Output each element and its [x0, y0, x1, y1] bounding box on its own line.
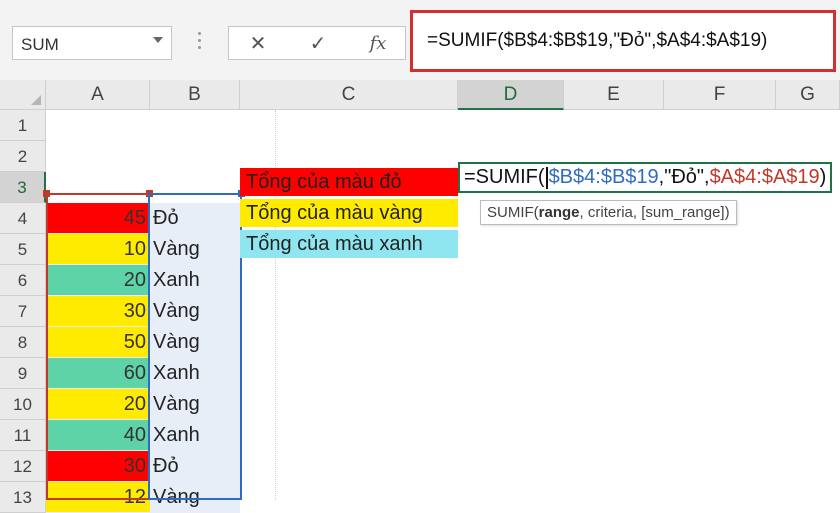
cell-b8[interactable]: Vàng: [150, 327, 240, 358]
column-header-b[interactable]: B: [150, 80, 240, 110]
column-header-f[interactable]: F: [664, 80, 776, 110]
insert-function-button[interactable]: fx: [363, 31, 393, 57]
formula-input[interactable]: =SUMIF($B$4:$B$19,"Đỏ",$A$4:$A$19): [410, 10, 836, 72]
row-header-2[interactable]: 2: [0, 141, 46, 172]
cell-a8[interactable]: 50: [46, 327, 150, 358]
row-header-3[interactable]: 3: [0, 172, 46, 203]
cell-a10[interactable]: 20: [46, 389, 150, 420]
label-total-red[interactable]: Tổng của màu đỏ: [240, 168, 458, 196]
cell-b6[interactable]: Xanh: [150, 265, 240, 296]
cell-b10[interactable]: Vàng: [150, 389, 240, 420]
cell-a6[interactable]: 20: [46, 265, 150, 296]
cell-b11[interactable]: Xanh: [150, 420, 240, 451]
cell-b13[interactable]: Vàng: [150, 482, 240, 513]
formula-buttons: ✕ ✓ fx: [228, 26, 406, 60]
name-box[interactable]: SUM: [12, 26, 172, 60]
row-header-9[interactable]: 9: [0, 358, 46, 389]
row-header-5[interactable]: 5: [0, 234, 46, 265]
label-total-green[interactable]: Tổng của màu xanh: [240, 230, 458, 258]
column-header-c[interactable]: C: [240, 80, 458, 110]
row-header-13[interactable]: 13: [0, 482, 46, 513]
formula-range-criteria: $B$4:$B$19: [548, 166, 659, 188]
formula-range-sum: $A$4:$A$19: [709, 166, 820, 188]
worksheet-grid: A B C D E F G 1 2 3 4 5 6 7 8 9 10 11 12…: [0, 80, 840, 513]
tooltip-function-name: SUMIF(: [487, 204, 539, 221]
tooltip-active-arg: range: [538, 204, 580, 221]
formula-suffix: ): [819, 166, 827, 188]
cell-a13[interactable]: 12: [46, 482, 150, 513]
cell-b9[interactable]: Xanh: [150, 358, 240, 389]
row-header-8[interactable]: 8: [0, 327, 46, 358]
drag-handle-icon[interactable]: [198, 32, 202, 52]
row-header-4[interactable]: 4: [0, 203, 46, 234]
cell-a9[interactable]: 60: [46, 358, 150, 389]
cell-a4[interactable]: 45: [46, 203, 150, 234]
row-header-11[interactable]: 11: [0, 420, 46, 451]
cell-a11[interactable]: 40: [46, 420, 150, 451]
formula-criteria: ,"Đỏ",: [658, 166, 710, 188]
cell-a12[interactable]: 30: [46, 451, 150, 482]
cancel-button[interactable]: ✕: [243, 31, 273, 57]
formula-text: =SUMIF($B$4:$B$19,"Đỏ",$A$4:$A$19): [427, 30, 768, 51]
row-header-1[interactable]: 1: [0, 110, 46, 141]
text-cursor: [545, 166, 548, 189]
column-header-g[interactable]: G: [776, 80, 840, 110]
chevron-down-icon[interactable]: [153, 37, 163, 43]
cell-b12[interactable]: Đỏ: [150, 451, 240, 482]
label-total-yellow[interactable]: Tổng của màu vàng: [240, 199, 458, 227]
row-header-10[interactable]: 10: [0, 389, 46, 420]
cell-b4[interactable]: Đỏ: [150, 203, 240, 234]
column-header-e[interactable]: E: [564, 80, 664, 110]
function-tooltip[interactable]: SUMIF(range, criteria, [sum_range]): [480, 200, 737, 225]
cell-d3-editor[interactable]: =SUMIF($B$4:$B$19,"Đỏ",$A$4:$A$19): [458, 162, 833, 193]
enter-button[interactable]: ✓: [303, 31, 333, 57]
column-header-a[interactable]: A: [46, 80, 150, 110]
row-header-12[interactable]: 12: [0, 451, 46, 482]
cell-a7[interactable]: 30: [46, 296, 150, 327]
cell-b5[interactable]: Vàng: [150, 234, 240, 265]
cell-a5[interactable]: 10: [46, 234, 150, 265]
row-header-7[interactable]: 7: [0, 296, 46, 327]
formula-prefix: =SUMIF(: [464, 166, 545, 188]
select-all-button[interactable]: [0, 80, 46, 110]
tooltip-rest-args: , criteria, [sum_range]): [579, 204, 730, 221]
formula-toolbar: SUM ✕ ✓ fx =SUMIF($B$4:$B$19,"Đỏ",$A$4:$…: [0, 0, 840, 81]
name-box-value: SUM: [21, 35, 59, 54]
row-header-6[interactable]: 6: [0, 265, 46, 296]
cell-b7[interactable]: Vàng: [150, 296, 240, 327]
column-header-d[interactable]: D: [458, 80, 564, 110]
